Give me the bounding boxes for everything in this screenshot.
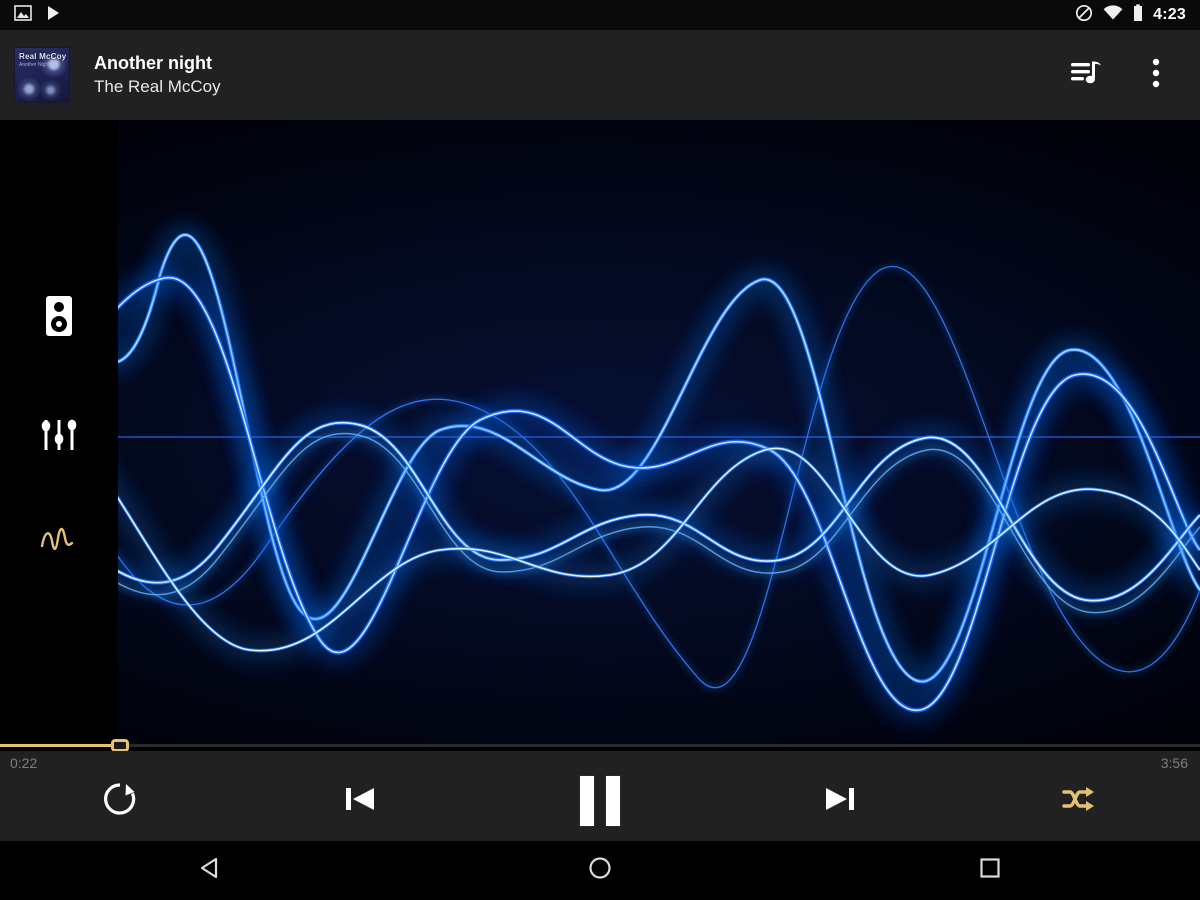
visualizer-waveforms xyxy=(0,120,1200,745)
visualizer-wave-d-core xyxy=(0,408,1200,651)
album-art-title: Real McCoy xyxy=(19,52,66,61)
do-not-disturb-icon xyxy=(1075,4,1093,27)
seek-bar[interactable] xyxy=(0,739,1200,751)
transport-controls: 0:22 3:56 xyxy=(0,751,1200,841)
back-triangle-icon xyxy=(197,855,223,886)
shuffle-button[interactable] xyxy=(1051,773,1107,829)
play-queue-button[interactable] xyxy=(1062,51,1110,99)
pause-icon xyxy=(580,776,620,826)
visualizer-wave-d-glow xyxy=(0,408,1200,651)
overflow-menu-button[interactable] xyxy=(1132,51,1180,99)
skip-previous-icon xyxy=(341,780,379,823)
android-navigation-bar xyxy=(0,841,1200,900)
visualizer-wave-b-glow xyxy=(0,278,1200,711)
nav-back-button[interactable] xyxy=(150,841,270,900)
battery-icon xyxy=(1133,4,1143,27)
visualizer-wave-c-core xyxy=(0,423,1200,601)
visualizer-wave-c-glow xyxy=(0,423,1200,601)
android-music-player-screen: 4:23 Real McCoy Another Night Another ni… xyxy=(0,0,1200,900)
seek-bar-progress xyxy=(0,744,120,747)
status-bar-right-icons: 4:23 xyxy=(1075,4,1200,27)
playlist-music-note-icon xyxy=(1070,58,1102,93)
seek-bar-track xyxy=(0,744,1200,747)
nav-recents-button[interactable] xyxy=(930,841,1050,900)
previous-track-button[interactable] xyxy=(332,773,388,829)
now-playing-meta: Another night The Real McCoy xyxy=(94,52,221,98)
repeat-button[interactable] xyxy=(92,773,148,829)
skip-next-icon xyxy=(821,780,859,823)
status-bar-clock: 4:23 xyxy=(1153,6,1186,24)
album-art-thumbnail[interactable]: Real McCoy Another Night xyxy=(14,47,70,103)
repeat-icon xyxy=(101,780,139,823)
current-time-label: 0:22 xyxy=(10,755,37,771)
album-art-subtitle: Another Night xyxy=(19,62,66,68)
visualizer-wave-b-core xyxy=(0,278,1200,711)
waveform-icon xyxy=(39,524,79,561)
speaker-icon xyxy=(44,295,74,342)
status-bar-left-icons xyxy=(0,5,60,26)
more-vertical-dots-icon xyxy=(1152,58,1160,93)
play-pause-button[interactable] xyxy=(565,771,635,831)
media-play-indicator-icon xyxy=(46,5,60,26)
home-circle-icon xyxy=(587,855,613,886)
wifi-icon xyxy=(1103,5,1123,26)
audio-visualizer[interactable] xyxy=(0,120,1200,745)
tool-rail-item-speaker-output[interactable] xyxy=(33,292,85,344)
equalizer-sliders-icon xyxy=(39,415,79,460)
nav-home-button[interactable] xyxy=(540,841,660,900)
action-bar: Real McCoy Another Night Another night T… xyxy=(0,30,1200,120)
tool-rail-item-equalizer[interactable] xyxy=(33,411,85,463)
total-time-label: 3:56 xyxy=(1161,755,1188,771)
tool-rail-item-visualizer-toggle[interactable] xyxy=(33,516,85,568)
action-bar-buttons xyxy=(1062,51,1200,99)
visualizer-wave-a-glow xyxy=(0,200,1200,682)
status-bar: 4:23 xyxy=(0,0,1200,30)
next-track-button[interactable] xyxy=(812,773,868,829)
track-title: Another night xyxy=(94,52,221,75)
track-artist: The Real McCoy xyxy=(94,75,221,98)
shuffle-icon xyxy=(1062,784,1096,819)
tool-rail xyxy=(0,120,118,745)
screenshot-image-icon xyxy=(14,5,32,26)
recents-square-icon xyxy=(978,856,1002,885)
